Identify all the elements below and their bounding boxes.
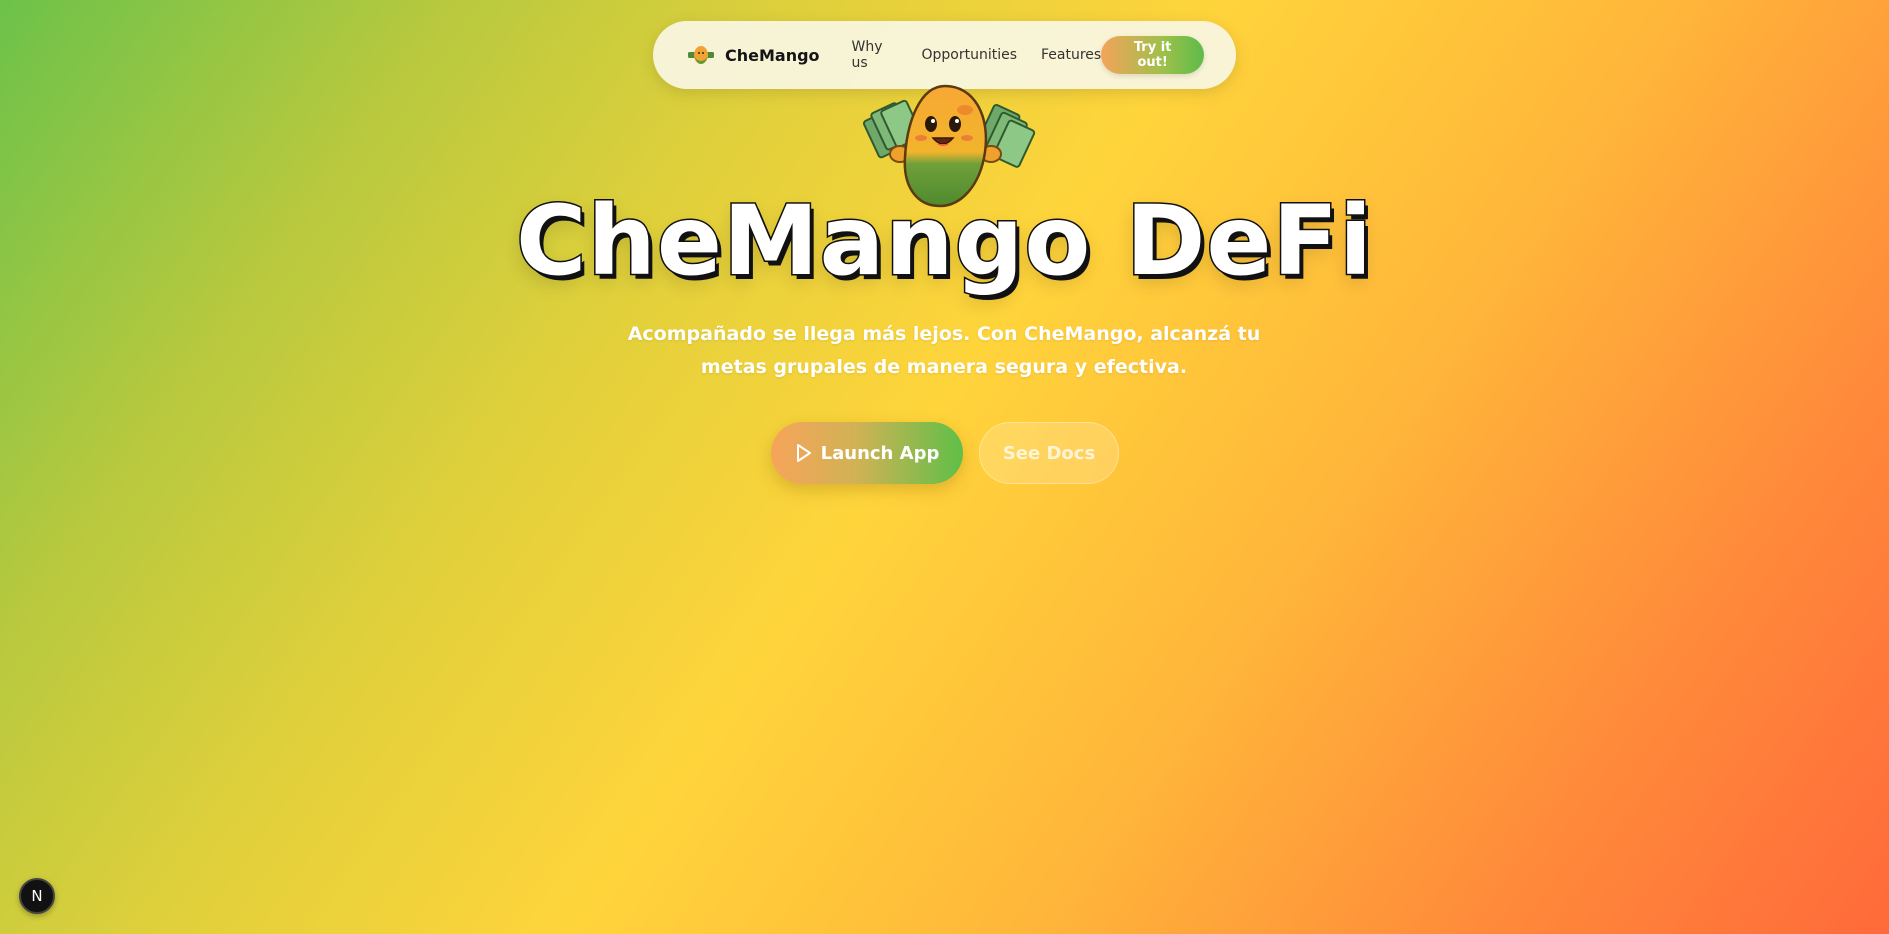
play-icon [796,444,811,462]
try-it-out-button[interactable]: Try it out! [1101,36,1204,74]
hero-subtitle: Acompañado se llega más lejos. Con CheMa… [627,323,1261,378]
dev-tools-badge[interactable]: N [19,878,55,914]
brand-name: CheMango [725,45,820,65]
nav-link-opportunities[interactable]: Opportunities [921,47,1017,63]
brand-link[interactable]: CheMango [687,43,820,67]
launch-app-label: Launch App [820,442,940,464]
nav-link-why-us[interactable]: Why us [852,39,898,71]
navbar: CheMango Why us Opportunities Features T… [653,21,1236,89]
hero-title: CheMango DeFi [515,184,1374,299]
mango-logo-icon [688,46,714,64]
launch-app-button[interactable]: Launch App [771,422,963,484]
see-docs-button[interactable]: See Docs [979,422,1119,484]
nav-links: Why us Opportunities Features [852,39,1102,71]
nav-link-features[interactable]: Features [1041,47,1101,63]
